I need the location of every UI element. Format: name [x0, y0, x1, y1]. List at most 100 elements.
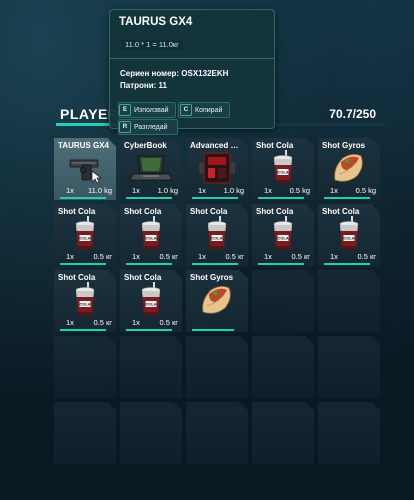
empty-slot[interactable]	[252, 270, 314, 332]
inventory-slot[interactable]: Shot Cola COLA 1x 0.5 кг	[252, 204, 314, 266]
slot-quantity: 1x	[330, 186, 338, 195]
slot-underline	[192, 329, 234, 331]
mouse-cursor-icon	[91, 170, 103, 184]
slot-item-name: Shot Cola	[256, 207, 294, 216]
slot-item-name: Shot Gyros	[322, 141, 366, 150]
slot-underline	[324, 197, 370, 199]
slot-item-name: TAURUS GX4	[58, 141, 109, 150]
slot-underline	[126, 329, 172, 331]
inventory-slot[interactable]: Shot Cola COLA 1x 0.5 кг	[186, 204, 248, 266]
tooltip-serial: Сериен номер: OSX132EKH	[120, 69, 229, 78]
inventory-slot[interactable]: TAURUS GX4 1x 11.0 kg	[54, 138, 116, 200]
svg-text:COLA: COLA	[277, 236, 288, 241]
slot-quantity: 1x	[264, 252, 272, 261]
tooltip-divider	[110, 58, 274, 59]
svg-text:COLA: COLA	[145, 236, 156, 241]
inventory-grid: TAURUS GX4 1x 11.0 kg CyberBook 1x 1.0 kg Adva…	[54, 138, 380, 464]
pistol-icon	[54, 150, 116, 186]
cola-cup-icon: COLA	[252, 150, 314, 186]
gyros-wrap-icon	[318, 150, 380, 186]
slot-item-name: Shot Cola	[256, 141, 294, 150]
cola-cup-icon: COLA	[120, 216, 182, 252]
slot-quantity: 1x	[132, 318, 140, 327]
tooltip-weight-formula: 11.0 * 1 = 11.0кг	[121, 39, 183, 50]
inventory-slot[interactable]: Shot Cola COLA 1x 0.5 kg	[252, 138, 314, 200]
inventory-slot[interactable]: Advanced Phant... 1x 1.0 kg	[186, 138, 248, 200]
cola-cup-icon: COLA	[120, 282, 182, 318]
empty-slot[interactable]	[54, 336, 116, 398]
slot-item-name: Shot Cola	[124, 273, 162, 282]
slot-underline	[324, 263, 370, 265]
inventory-slot[interactable]: CyberBook 1x 1.0 kg	[120, 138, 182, 200]
slot-weight: 0.5 kg	[289, 186, 310, 195]
svg-text:COLA: COLA	[79, 236, 90, 241]
slot-underline	[192, 263, 238, 265]
key-e-icon: E	[119, 104, 131, 116]
slot-weight: 11.0 kg	[87, 186, 112, 195]
slot-underline	[60, 197, 106, 199]
empty-slot[interactable]	[186, 402, 248, 464]
tooltip-title: TAURUS GX4	[119, 16, 193, 28]
empty-slot[interactable]	[186, 336, 248, 398]
slot-quantity: 1x	[132, 186, 140, 195]
slot-quantity: 1x	[66, 252, 74, 261]
action-copy-button[interactable]: C Копирай	[180, 104, 222, 116]
inventory-weight: 70.7/250	[329, 107, 376, 121]
inventory-slot[interactable]: Shot Cola COLA 1x 0.5 кг	[120, 270, 182, 332]
device-icon	[186, 150, 248, 186]
empty-slot[interactable]	[318, 270, 380, 332]
slot-item-name: Shot Gyros	[190, 273, 234, 282]
svg-text:COLA: COLA	[79, 302, 90, 307]
inventory-slot[interactable]: Shot Gyros	[186, 270, 248, 332]
svg-text:COLA: COLA	[145, 302, 156, 307]
key-r-icon: R	[119, 121, 131, 133]
slot-weight: 1.0 kg	[223, 186, 244, 195]
slot-weight: 0.5 кг	[225, 252, 244, 261]
slot-quantity: 1x	[132, 252, 140, 261]
slot-item-name: Shot Cola	[58, 207, 96, 216]
cola-cup-icon: COLA	[186, 216, 248, 252]
inventory-slot[interactable]: Shot Gyros 1x 0.5 kg	[318, 138, 380, 200]
slot-quantity: 1x	[264, 186, 272, 195]
slot-weight: 0.5 кг	[357, 252, 376, 261]
slot-weight: 0.5 кг	[159, 252, 178, 261]
slot-item-name: Advanced Phant...	[190, 141, 242, 150]
inventory-slot[interactable]: Shot Cola COLA 1x 0.5 кг	[318, 204, 380, 266]
empty-slot[interactable]	[120, 336, 182, 398]
slot-item-name: CyberBook	[124, 141, 167, 150]
inventory-slot[interactable]: Shot Cola COLA 1x 0.5 кг	[120, 204, 182, 266]
slot-underline	[126, 197, 172, 199]
slot-quantity: 1x	[198, 252, 206, 261]
key-c-icon: C	[180, 104, 192, 116]
cola-cup-icon: COLA	[54, 216, 116, 252]
empty-slot[interactable]	[120, 402, 182, 464]
slot-weight: 0.5 кг	[291, 252, 310, 261]
empty-slot[interactable]	[54, 402, 116, 464]
slot-weight: 1.0 kg	[157, 186, 178, 195]
action-copy-label: Копирай	[195, 106, 223, 114]
svg-text:COLA: COLA	[343, 236, 354, 241]
slot-weight: 0.5 kg	[355, 186, 376, 195]
cola-cup-icon: COLA	[54, 282, 116, 318]
slot-item-name: Shot Cola	[322, 207, 360, 216]
slot-item-name: Shot Cola	[190, 207, 228, 216]
slot-item-name: Shot Cola	[58, 273, 96, 282]
svg-text:COLA: COLA	[211, 236, 222, 241]
inventory-slot[interactable]: Shot Cola COLA 1x 0.5 кг	[54, 270, 116, 332]
slot-quantity: 1x	[66, 186, 74, 195]
slot-weight: 0.5 кг	[93, 252, 112, 261]
empty-slot[interactable]	[318, 402, 380, 464]
action-use-button[interactable]: E Използвай	[119, 104, 169, 116]
action-inspect-button[interactable]: R Разгледай	[119, 121, 168, 133]
slot-underline	[60, 263, 106, 265]
empty-slot[interactable]	[252, 402, 314, 464]
action-inspect-label: Разгледай	[134, 123, 168, 131]
empty-slot[interactable]	[252, 336, 314, 398]
empty-slot[interactable]	[318, 336, 380, 398]
cola-cup-icon: COLA	[318, 216, 380, 252]
slot-item-name: Shot Cola	[124, 207, 162, 216]
slot-underline	[258, 263, 304, 265]
laptop-icon	[120, 150, 182, 186]
gyros-wrap-icon	[186, 282, 248, 318]
inventory-slot[interactable]: Shot Cola COLA 1x 0.5 кг	[54, 204, 116, 266]
